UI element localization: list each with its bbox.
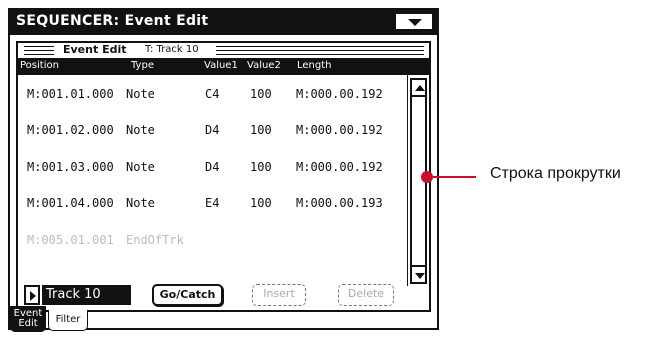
title-bar: SEQUENCER: Event Edit <box>10 10 437 35</box>
event-row[interactable]: M:001.03.000 Note D4 100 M:000.00.192 <box>18 158 406 178</box>
event-position: M:001.01.000 <box>27 87 114 101</box>
event-value1: E4 <box>205 196 220 210</box>
delete-button[interactable]: Delete <box>338 284 394 306</box>
panel-title: Event Edit <box>60 43 130 56</box>
track-field[interactable]: Track 10 <box>42 285 131 305</box>
col-value1: Value1 <box>204 60 238 71</box>
tab-event-edit-line2: Edit <box>18 318 38 329</box>
col-position: Position <box>20 60 59 71</box>
page-menu-button[interactable] <box>395 13 433 30</box>
event-type: Note <box>126 123 155 137</box>
menu-arrow-down-icon <box>408 19 422 26</box>
event-edit-panel: Event Edit T: Track 10 Position Type Val… <box>16 41 431 312</box>
panel-header: Event Edit T: Track 10 <box>18 43 429 58</box>
tab-filter[interactable]: Filter <box>48 310 88 331</box>
header-lines-left <box>24 46 54 55</box>
event-length: M:000.00.192 <box>296 160 383 174</box>
event-row[interactable]: M:001.04.000 Note E4 100 M:000.00.193 <box>18 194 406 214</box>
event-value1: D4 <box>205 123 220 137</box>
event-value2: 100 <box>250 87 272 101</box>
track-selector: Track 10 <box>24 285 131 305</box>
event-type: Note <box>126 196 155 210</box>
header-lines-right <box>216 46 424 55</box>
go-catch-button[interactable]: Go/Catch <box>152 284 223 306</box>
event-type: Note <box>126 160 155 174</box>
panel-track-label: T: Track 10 <box>142 44 202 55</box>
event-position: M:001.03.000 <box>27 160 114 174</box>
event-value2: 100 <box>250 123 272 137</box>
event-value1: D4 <box>205 160 220 174</box>
event-type: EndOfTrk <box>126 233 184 247</box>
event-type: Note <box>126 87 155 101</box>
event-length: M:000.00.192 <box>296 123 383 137</box>
track-select-button[interactable] <box>24 285 40 305</box>
scrollbar-divider <box>407 75 408 286</box>
col-type: Type <box>131 60 154 71</box>
event-length: M:000.00.192 <box>296 87 383 101</box>
event-edit-screen: SEQUENCER: Event Edit Event Edit T: Trac… <box>8 8 439 332</box>
insert-button[interactable]: Insert <box>252 284 306 306</box>
column-header: Position Type Value1 Value2 Length <box>18 58 429 75</box>
scroll-down-arrow-icon <box>415 273 425 279</box>
event-position: M:001.02.000 <box>27 123 114 137</box>
col-value2: Value2 <box>247 60 281 71</box>
scroll-down-button[interactable] <box>410 265 427 284</box>
event-value2: 100 <box>250 160 272 174</box>
event-row[interactable]: M:001.01.000 Note C4 100 M:000.00.192 <box>18 85 406 105</box>
callout-line <box>430 176 476 178</box>
col-length: Length <box>297 60 332 71</box>
event-row[interactable]: M:001.02.000 Note D4 100 M:000.00.192 <box>18 121 406 141</box>
event-length: M:000.00.193 <box>296 196 383 210</box>
scroll-up-button[interactable] <box>410 78 427 97</box>
callout-label: Строка прокрутки <box>490 165 621 182</box>
event-value2: 100 <box>250 196 272 210</box>
event-value1: C4 <box>205 87 220 101</box>
play-triangle-icon <box>30 291 36 301</box>
event-list: M:001.01.000 Note C4 100 M:000.00.192 M:… <box>18 75 406 286</box>
tab-event-edit[interactable]: Event Edit <box>10 306 46 332</box>
event-position: M:005.01.001 <box>27 233 114 247</box>
scroll-up-arrow-icon <box>415 85 425 91</box>
event-row-end-of-track[interactable]: M:005.01.001 EndOfTrk <box>18 231 406 251</box>
window-title: SEQUENCER: Event Edit <box>16 13 209 29</box>
callout-dot <box>421 171 433 183</box>
event-position: M:001.04.000 <box>27 196 114 210</box>
